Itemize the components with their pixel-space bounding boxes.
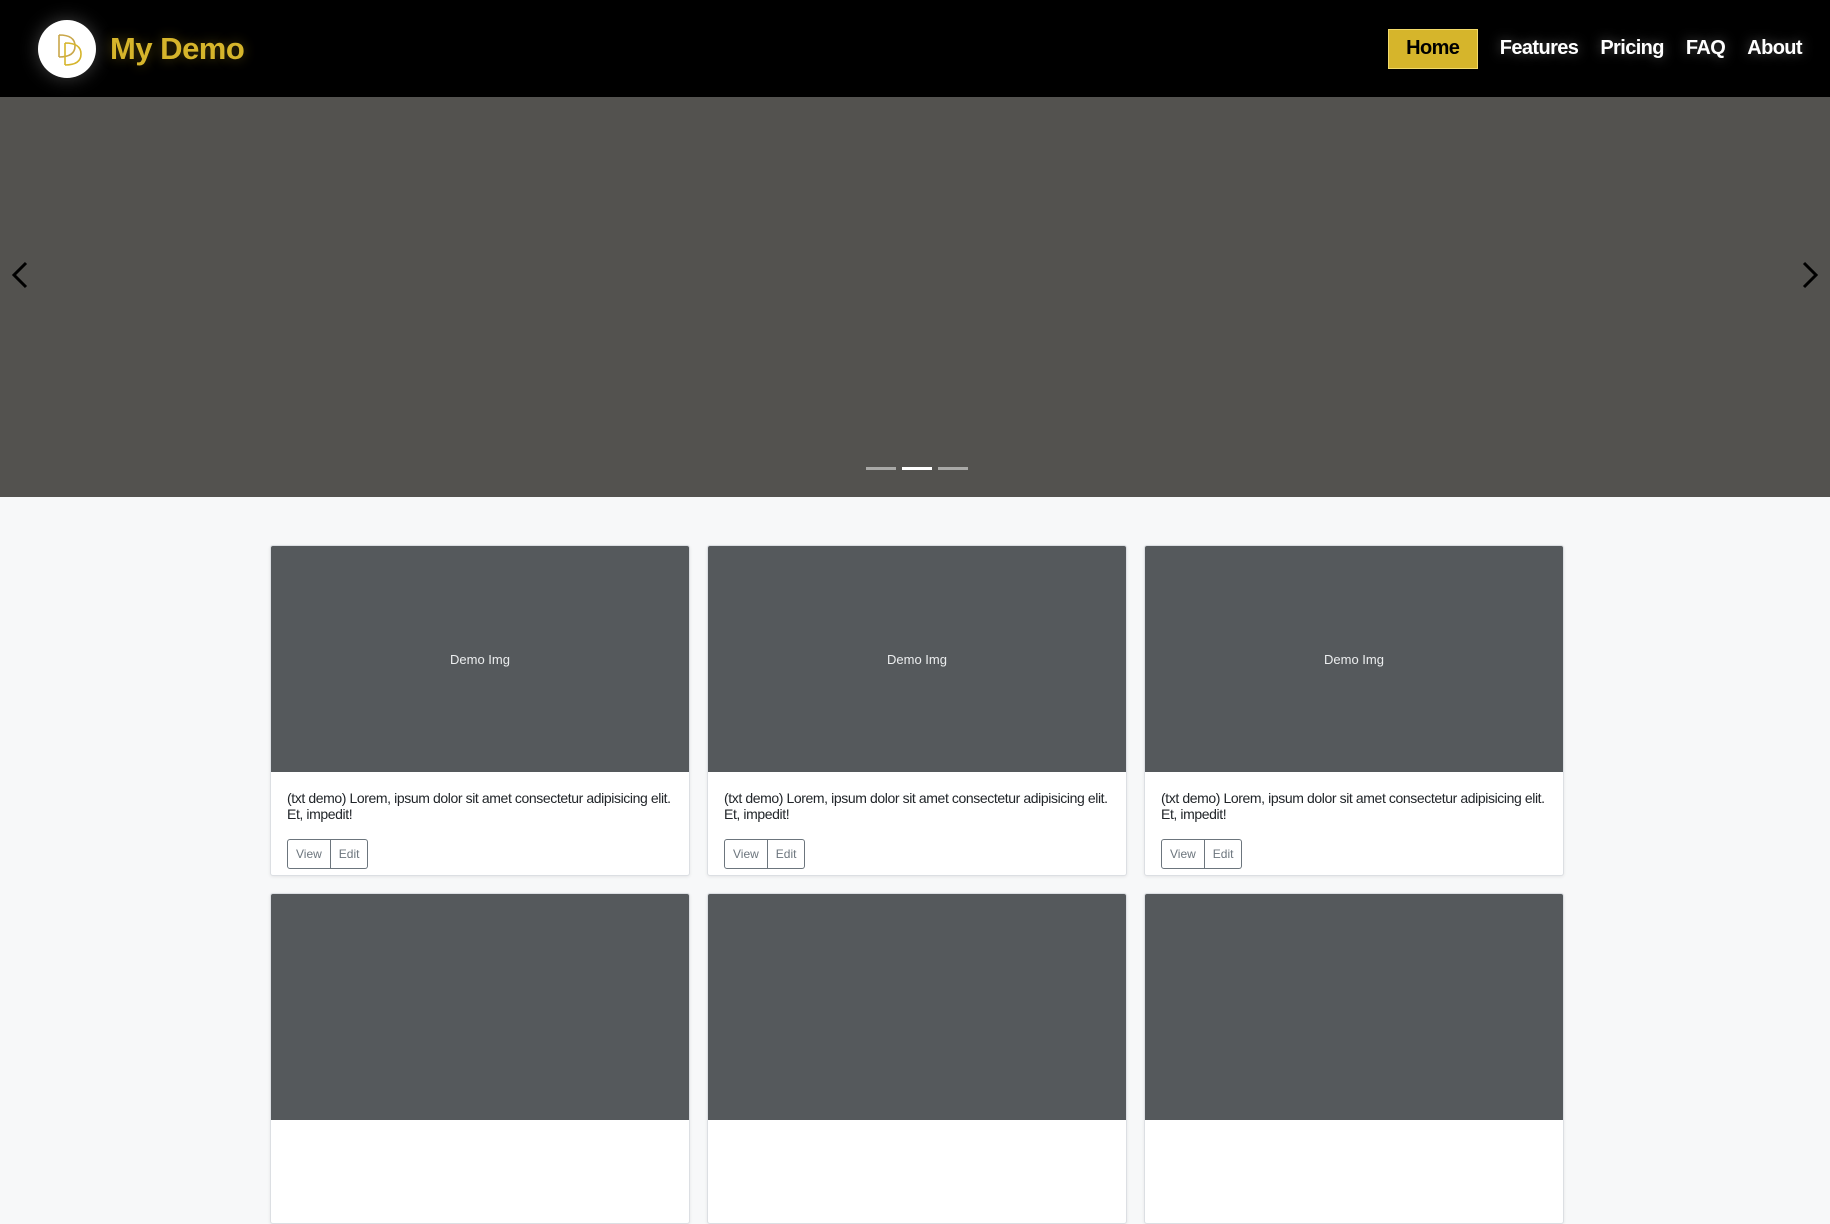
- nav-about[interactable]: About: [1747, 37, 1802, 60]
- card-image: [708, 894, 1126, 1120]
- card-button-group: View Edit: [287, 839, 369, 869]
- hero-carousel: [0, 97, 1830, 497]
- card-button-group: View Edit: [1161, 839, 1243, 869]
- card-image: [1145, 894, 1563, 1120]
- edit-button[interactable]: Edit: [330, 839, 369, 869]
- navbar: My Demo Home Features Pricing FAQ About: [0, 0, 1830, 97]
- card-image: Demo Img: [271, 546, 689, 772]
- brand-name: My Demo: [110, 30, 245, 66]
- carousel-next-button[interactable]: [1792, 257, 1828, 293]
- edit-button[interactable]: Edit: [1204, 839, 1243, 869]
- card-body: (txt demo) Lorem, ipsum dolor sit amet c…: [1145, 772, 1563, 869]
- brand[interactable]: My Demo: [38, 19, 245, 78]
- carousel-indicators: [866, 467, 968, 470]
- carousel-prev-button[interactable]: [2, 257, 38, 293]
- main-nav: Home Features Pricing FAQ About: [1387, 28, 1803, 69]
- edit-button[interactable]: Edit: [767, 839, 806, 869]
- logo-icon: [38, 19, 96, 78]
- card: [270, 893, 690, 1224]
- card-image: [271, 894, 689, 1120]
- chevron-left-icon: [11, 261, 28, 289]
- card: Demo Img (txt demo) Lorem, ipsum dolor s…: [707, 545, 1127, 876]
- card: [1144, 893, 1564, 1224]
- card: [707, 893, 1127, 1224]
- card-image: Demo Img: [708, 546, 1126, 772]
- nav-features[interactable]: Features: [1500, 37, 1579, 60]
- card-body: (txt demo) Lorem, ipsum dolor sit amet c…: [708, 772, 1126, 869]
- card: Demo Img (txt demo) Lorem, ipsum dolor s…: [1144, 545, 1564, 876]
- card-body: (txt demo) Lorem, ipsum dolor sit amet c…: [271, 772, 689, 869]
- nav-faq[interactable]: FAQ: [1686, 37, 1726, 60]
- nav-pricing[interactable]: Pricing: [1600, 37, 1664, 60]
- carousel-indicator-2[interactable]: [902, 467, 932, 470]
- card-text: (txt demo) Lorem, ipsum dolor sit amet c…: [1161, 790, 1545, 822]
- view-button[interactable]: View: [1161, 839, 1205, 869]
- card-text: (txt demo) Lorem, ipsum dolor sit amet c…: [287, 790, 671, 822]
- card-text: (txt demo) Lorem, ipsum dolor sit amet c…: [724, 790, 1108, 822]
- card-image: Demo Img: [1145, 546, 1563, 772]
- view-button[interactable]: View: [724, 839, 768, 869]
- nav-home[interactable]: Home: [1387, 28, 1478, 69]
- chevron-right-icon: [1802, 261, 1819, 289]
- card-grid: Demo Img (txt demo) Lorem, ipsum dolor s…: [270, 545, 1564, 1224]
- carousel-indicator-1[interactable]: [866, 467, 896, 470]
- card: Demo Img (txt demo) Lorem, ipsum dolor s…: [270, 545, 690, 876]
- card-button-group: View Edit: [724, 839, 806, 869]
- view-button[interactable]: View: [287, 839, 331, 869]
- carousel-indicator-3[interactable]: [938, 467, 968, 470]
